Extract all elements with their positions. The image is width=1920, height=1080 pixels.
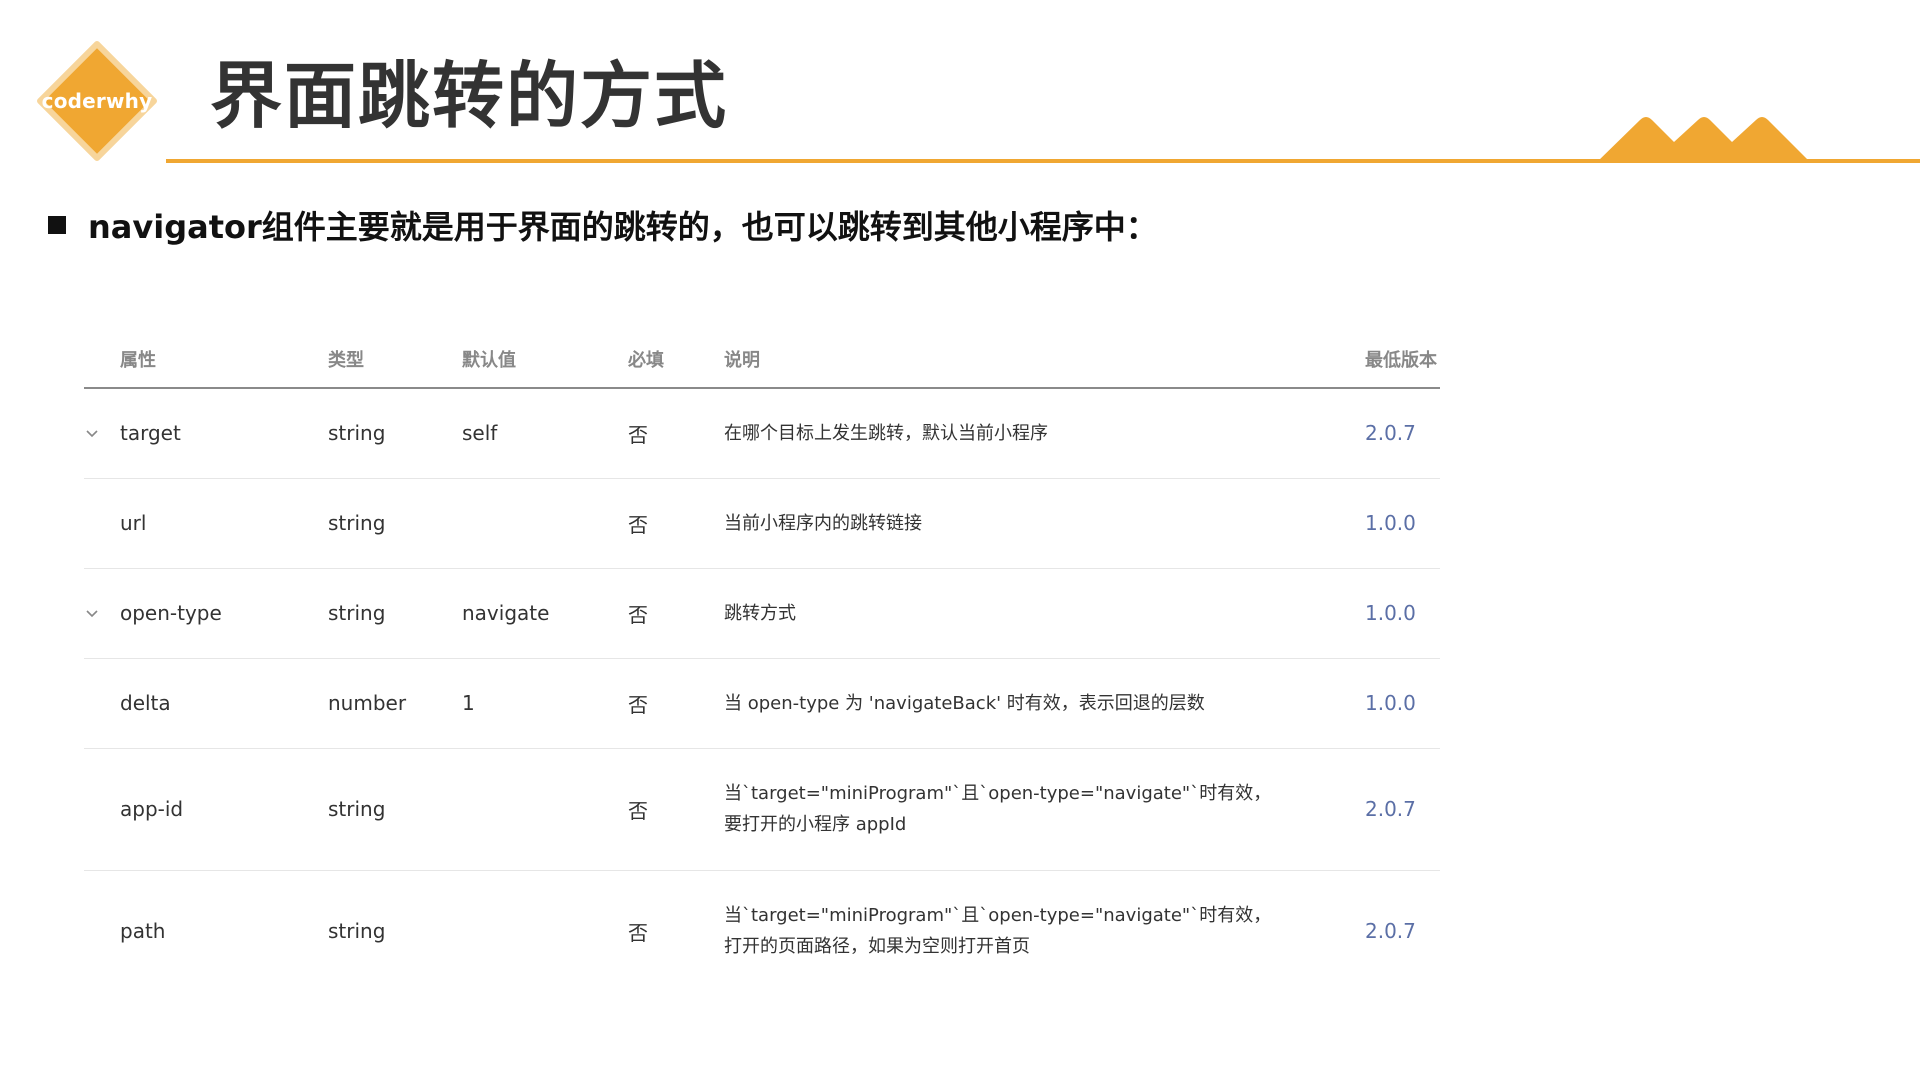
attr-desc-line: 当 open-type 为 'navigateBack' 时有效，表示回退的层数 [724, 692, 1205, 714]
attr-version-link[interactable]: 2.0.7 [1365, 748, 1440, 871]
table-row: target string self 否 在哪个目标上发生跳转，默认当前小程序 … [84, 388, 1440, 479]
attr-desc: 当`target="miniProgram"`且`open-type="navi… [724, 870, 1365, 992]
mountains-decoration [1596, 117, 1811, 163]
page-title: 界面跳转的方式 [210, 54, 729, 138]
table-row: url string 否 当前小程序内的跳转链接 1.0.0 [84, 478, 1440, 569]
attr-name-cell: app-id [120, 748, 328, 871]
attr-name-cell[interactable]: open-type [86, 568, 328, 659]
attr-desc: 当前小程序内的跳转链接 [724, 478, 1365, 569]
attr-default: self [462, 388, 628, 479]
attr-required: 否 [628, 920, 648, 945]
table-row: app-id string 否 当`target="miniProgram"`且… [84, 748, 1440, 871]
attr-desc-line: 在哪个目标上发生跳转，默认当前小程序 [724, 422, 1048, 444]
attr-version-link[interactable]: 2.0.7 [1365, 870, 1440, 992]
attr-type: string [328, 919, 386, 944]
attr-name: target [120, 421, 181, 446]
row-spacer [84, 658, 120, 749]
attr-name: delta [120, 691, 171, 715]
table-row: delta number 1 否 当 open-type 为 'navigate… [84, 658, 1440, 749]
attr-version-link[interactable]: 1.0.0 [1365, 658, 1440, 749]
attr-desc-line: 跳转方式 [724, 602, 796, 624]
attr-type: string [328, 388, 462, 479]
logo-text: coderwhy [41, 89, 153, 113]
square-bullet-icon [48, 216, 66, 234]
attr-name: path [120, 919, 166, 944]
attr-required: 否 [628, 658, 724, 749]
attr-name: app-id [120, 797, 184, 821]
row-spacer [84, 870, 120, 992]
attr-desc-line: 当`target="miniProgram"`且`open-type="navi… [724, 905, 1272, 927]
table-row: open-type string navigate 否 跳转方式 1.0.0 [84, 568, 1440, 659]
attr-type: number [328, 658, 462, 749]
attr-default: 1 [462, 658, 628, 749]
attr-name-cell: path [120, 870, 328, 992]
attr-required: 否 [628, 478, 724, 569]
attr-default [462, 748, 628, 871]
chevron-down-icon[interactable] [84, 605, 100, 621]
attr-default [462, 478, 628, 569]
header-spacer [84, 330, 120, 389]
column-header-desc: 说明 [724, 330, 1365, 389]
chevron-down-icon[interactable] [84, 425, 100, 441]
table-header-row: 属性 类型 默认值 必填 说明 最低版本 [84, 330, 1440, 389]
attr-type: string [328, 568, 462, 659]
row-spacer [84, 748, 120, 871]
attr-version-link[interactable]: 1.0.0 [1365, 568, 1440, 659]
column-header-attr: 属性 [120, 330, 328, 389]
column-header-required: 必填 [628, 330, 724, 389]
column-header-type: 类型 [328, 330, 462, 389]
attr-required: 否 [628, 388, 724, 479]
attr-default [462, 870, 628, 992]
attr-name: url [120, 511, 147, 535]
attr-desc-line: 打开的页面路径，如果为空则打开首页 [724, 936, 1030, 958]
attr-default: navigate [462, 568, 628, 659]
attr-desc: 当 open-type 为 'navigateBack' 时有效，表示回退的层数 [724, 658, 1365, 749]
column-header-default: 默认值 [462, 330, 628, 389]
attr-name: open-type [120, 601, 222, 625]
bullet-text: navigator组件主要就是用于界面的跳转的，也可以跳转到其他小程序中： [88, 208, 1158, 246]
logo: coderwhy [36, 40, 158, 162]
attr-required: 否 [628, 748, 724, 871]
attr-desc-line: 当`target="miniProgram"`且`open-type="navi… [724, 783, 1272, 804]
column-header-version: 最低版本 [1365, 330, 1440, 389]
attr-desc: 当`target="miniProgram"`且`open-type="navi… [724, 748, 1365, 871]
attr-type: string [328, 478, 462, 569]
attr-type: string [328, 748, 462, 871]
attr-desc-line: 当前小程序内的跳转链接 [724, 512, 922, 534]
attr-name-cell: url [120, 478, 328, 569]
attr-desc: 在哪个目标上发生跳转，默认当前小程序 [724, 388, 1365, 479]
attr-name-cell: delta [120, 658, 328, 749]
attributes-table: 属性 类型 默认值 必填 说明 最低版本 target string self … [84, 330, 1440, 992]
attr-desc-line: 要打开的小程序 appId [724, 814, 907, 835]
attr-name-cell[interactable]: target [86, 388, 328, 479]
attr-required: 否 [628, 568, 724, 659]
attr-version-link[interactable]: 2.0.7 [1365, 388, 1440, 479]
table-row: path string 否 当`target="miniProgram"`且`o… [84, 870, 1440, 992]
bullet-line: navigator组件主要就是用于界面的跳转的，也可以跳转到其他小程序中： [48, 200, 1158, 250]
row-spacer [84, 478, 120, 569]
attr-desc: 跳转方式 [724, 568, 1365, 659]
attr-version-link[interactable]: 1.0.0 [1365, 478, 1440, 569]
